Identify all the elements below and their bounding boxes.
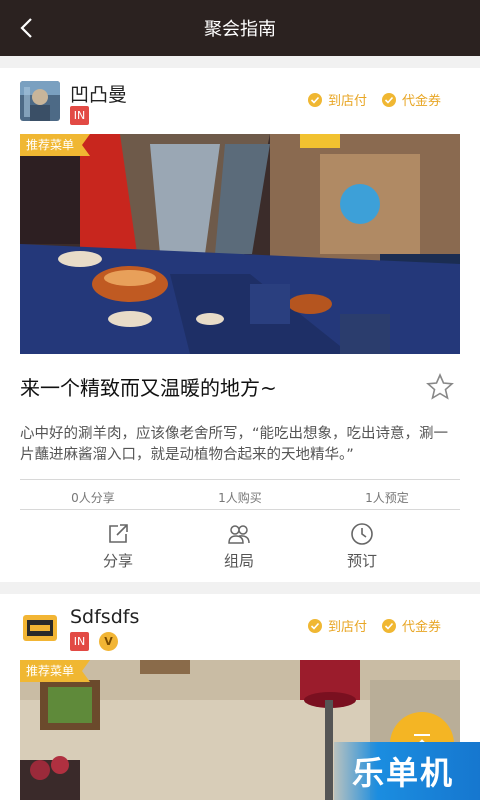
reserve-button[interactable]: 预订 — [312, 522, 412, 571]
purchase-count: 1人购买 — [218, 491, 262, 505]
tag-label: 到店付 — [328, 94, 368, 109]
shop-avatar[interactable] — [20, 81, 60, 121]
group-icon — [228, 525, 250, 544]
recommended-menu-ribbon: 推荐菜单 — [20, 134, 90, 156]
tag-label: 代金券 — [402, 94, 442, 109]
shop-name[interactable]: Sdfsdfs — [70, 606, 139, 628]
check-circle-icon — [382, 92, 396, 107]
shop-avatar[interactable] — [20, 607, 60, 647]
tag-label: 到店付 — [328, 620, 368, 635]
star-icon[interactable] — [426, 373, 454, 401]
post-card[interactable]: 凹凸曼 IN 到店付 代金券 推荐菜单 来一个精致而又温暖的地方~ 心中好的涮羊… — [0, 68, 480, 582]
reservation-count: 1人预定 — [365, 491, 409, 505]
divider — [20, 509, 460, 510]
vip-badge: V — [99, 632, 118, 651]
group-label: 组局 — [223, 552, 254, 570]
share-button[interactable]: 分享 — [68, 522, 168, 571]
pay-at-store-tag: 到店付 — [308, 616, 367, 635]
reserve-label: 预订 — [346, 552, 377, 570]
restaurant-photo[interactable]: 推荐菜单 — [20, 134, 460, 354]
shop-name[interactable]: 凹凸曼 — [70, 80, 127, 107]
group-button[interactable]: 组局 — [189, 522, 289, 571]
watermark-text: 乐单机 — [352, 754, 455, 792]
tag-label: 代金券 — [402, 620, 442, 635]
share-count: 0人分享 — [71, 491, 115, 505]
page-title: 聚会指南 — [204, 19, 276, 40]
top-bar: 聚会指南 — [0, 0, 480, 56]
share-icon — [109, 524, 128, 543]
clock-icon — [351, 523, 373, 545]
stats-row: 0人分享 1人购买 1人预定 — [20, 486, 460, 510]
post-description: 心中好的涮羊肉，应该像老舍所写，“能吃出想象，吃出诗意，涮一片蘸进麻酱溜入口，就… — [20, 426, 449, 463]
voucher-tag: 代金券 — [382, 616, 441, 635]
voucher-tag: 代金券 — [382, 90, 441, 109]
check-circle-icon — [308, 618, 322, 633]
divider — [20, 479, 460, 480]
post-title[interactable]: 来一个精致而又温暖的地方~ — [20, 372, 277, 401]
in-badge: IN — [70, 106, 89, 125]
pay-at-store-tag: 到店付 — [308, 90, 367, 109]
check-circle-icon — [308, 92, 322, 107]
check-circle-icon — [382, 618, 396, 633]
recommended-menu-ribbon: 推荐菜单 — [20, 660, 90, 682]
share-label: 分享 — [102, 552, 133, 570]
in-badge: IN — [70, 632, 89, 651]
